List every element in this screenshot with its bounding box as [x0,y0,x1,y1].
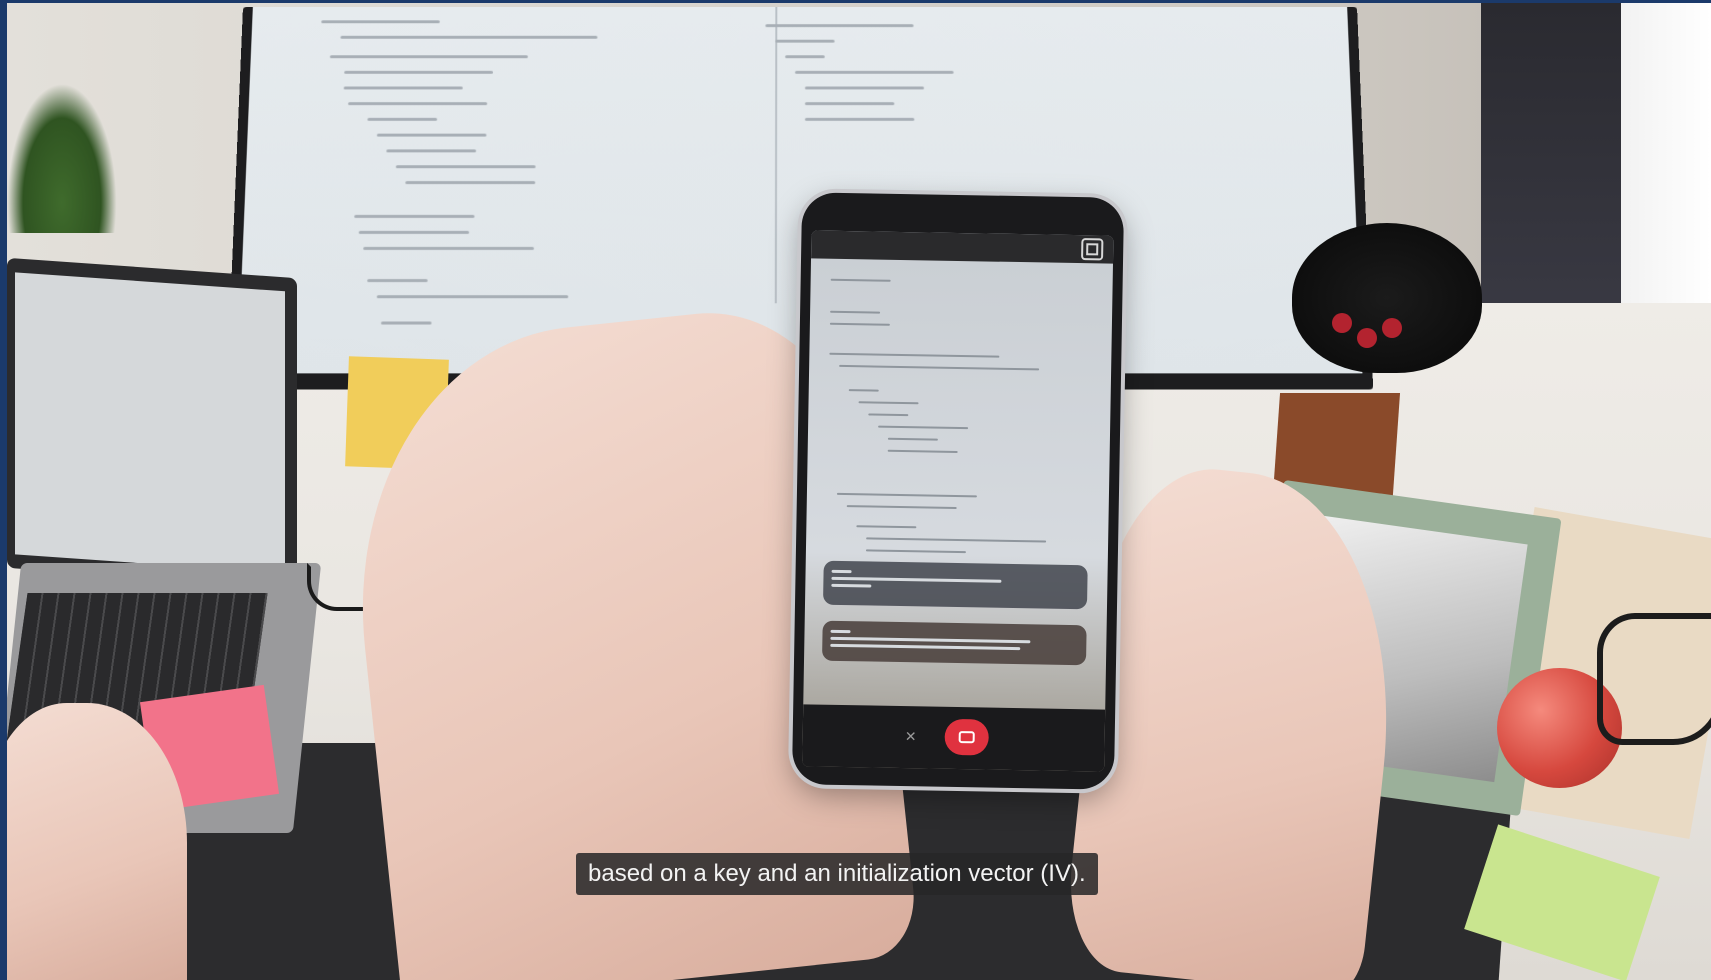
code-line [785,55,825,59]
code-line [354,214,475,218]
chat-text-line [830,629,851,634]
smartphone: ✕ [791,192,1125,790]
phone-control-bar: ✕ [802,704,1106,772]
code-line [380,321,432,325]
potted-plant [7,83,117,233]
chat-text-line [831,569,852,574]
code-line [321,20,440,24]
code-line [405,181,536,185]
code-line [830,310,881,314]
code-line [829,322,890,326]
code-line [358,230,470,234]
code-line [887,437,938,441]
black-hat [1292,223,1482,373]
code-line [865,549,966,554]
code-line [775,39,835,43]
code-line [367,279,428,283]
berry-decoration [1332,313,1352,333]
chat-response-bubble [822,560,1088,610]
fullscreen-icon[interactable] [1081,238,1104,261]
code-line [829,352,1000,358]
code-line [856,525,917,529]
code-line [804,117,915,121]
chat-text-line [831,576,1002,583]
code-line [343,86,463,90]
laptop-display [15,272,285,574]
chat-text-line [830,636,1031,644]
eyeglasses [1597,613,1711,745]
code-line [887,449,958,453]
chat-text-line [831,583,872,588]
code-line [363,246,534,250]
phone-app-topbar [811,230,1114,264]
code-line [348,102,488,106]
code-line [858,401,919,405]
video-caption: based on a key and an initialization vec… [576,853,1098,895]
berry-decoration [1357,328,1377,348]
code-line [868,413,909,417]
editor-split-divider [774,6,778,304]
code-line [386,149,477,153]
code-line [376,295,569,299]
berry-decoration [1382,318,1402,338]
code-line [804,102,895,106]
code-line [866,537,1047,543]
code-line [367,117,438,121]
code-line [395,165,536,169]
code-line [344,70,493,74]
code-line [836,492,977,498]
video-camera-icon [958,731,975,744]
code-line [848,389,879,392]
code-line [765,24,914,28]
laptop-screen [7,257,297,589]
chat-response-bubble [822,620,1087,666]
code-line [846,505,957,509]
mute-icon[interactable]: ✕ [903,728,919,744]
code-line [804,86,925,90]
record-button[interactable] [944,718,990,756]
code-line [830,278,891,282]
code-line [878,425,969,430]
phone-screen: ✕ [802,230,1114,772]
code-line [795,70,954,74]
code-line [340,35,598,39]
chat-text-line [830,643,1021,651]
code-line [839,364,1040,371]
code-line [376,133,487,137]
video-frame: ✕ based on a key and an initialization v… [7,3,1711,980]
code-line [329,55,528,59]
